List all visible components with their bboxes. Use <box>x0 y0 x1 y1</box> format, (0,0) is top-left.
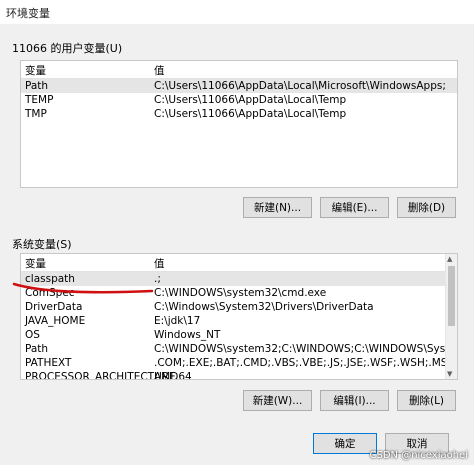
user-var-row[interactable]: TMP C:\Users\11066\AppData\Local\Temp <box>21 107 457 121</box>
user-var-row[interactable]: Path C:\Users\11066\AppData\Local\Micros… <box>21 79 457 93</box>
user-edit-button[interactable]: 编辑(E)... <box>320 197 389 218</box>
var-name: TEMP <box>25 94 54 106</box>
var-name: JAVA_HOME <box>25 315 86 327</box>
system-edit-button[interactable]: 编辑(I)... <box>320 390 389 411</box>
scroll-thumb[interactable] <box>448 266 455 326</box>
system-vars-scrollbar[interactable]: ▲ ▼ <box>445 254 457 379</box>
var-value: .COM;.EXE;.BAT;.CMD;.VBS;.VBE;.JS;.JSE;.… <box>154 357 455 369</box>
system-col-name[interactable]: 变量 <box>25 256 46 271</box>
system-var-row[interactable]: PATHEXT .COM;.EXE;.BAT;.CMD;.VBS;.VBE;.J… <box>21 356 457 370</box>
var-name: PATHEXT <box>25 357 72 369</box>
system-var-row[interactable]: DriverData C:\Windows\System32\Drivers\D… <box>21 300 457 314</box>
var-value: C:\Windows\System32\Drivers\DriverData <box>154 301 374 313</box>
var-name: TMP <box>25 108 47 120</box>
var-value: C:\Users\11066\AppData\Local\Microsoft\W… <box>154 80 446 92</box>
var-name: OS <box>25 329 40 341</box>
system-vars-list[interactable]: 变量 值 classpath .; ComSpec C:\WINDOWS\sys… <box>20 253 458 380</box>
var-name: DriverData <box>25 301 83 313</box>
var-name: Path <box>25 343 49 355</box>
window-title: 环境变量 <box>6 7 50 20</box>
var-value: C:\Users\11066\AppData\Local\Temp <box>154 108 347 120</box>
red-underline-annotation <box>12 282 154 294</box>
system-vars-label: 系统变量(S) <box>12 238 72 251</box>
user-col-name[interactable]: 变量 <box>25 63 46 78</box>
user-vars-list[interactable]: 变量 值 Path C:\Users\11066\AppData\Local\M… <box>20 60 458 188</box>
system-var-row[interactable]: JAVA_HOME E:\jdk\17 <box>21 314 457 328</box>
user-delete-button[interactable]: 删除(D) <box>397 197 456 218</box>
system-col-value[interactable]: 值 <box>154 256 165 271</box>
system-delete-button[interactable]: 删除(L) <box>397 390 456 411</box>
var-value: E:\jdk\17 <box>154 315 201 327</box>
var-value: Windows_NT <box>154 329 221 341</box>
system-var-row[interactable]: Path C:\WINDOWS\system32;C:\WINDOWS;C:\W… <box>21 342 457 356</box>
title-bar: 环境变量 <box>0 0 474 24</box>
scroll-up-icon[interactable]: ▲ <box>447 255 452 263</box>
var-value: C:\WINDOWS\system32\cmd.exe <box>154 287 327 299</box>
ok-button[interactable]: 确定 <box>313 433 377 454</box>
user-var-row[interactable]: TEMP C:\Users\11066\AppData\Local\Temp <box>21 93 457 107</box>
var-value: C:\WINDOWS\system32;C:\WINDOWS;C:\WINDOW… <box>154 343 457 355</box>
system-vars-header: 变量 值 <box>21 254 457 272</box>
var-value: AMD64 <box>154 371 192 380</box>
user-vars-label: 11066 的用户变量(U) <box>12 42 123 55</box>
system-var-row[interactable]: PROCESSOR_ARCHITECTURE AMD64 <box>21 370 457 380</box>
var-name: Path <box>25 80 49 92</box>
user-vars-header: 变量 值 <box>21 61 457 79</box>
watermark: CSDN @nicexiaohei <box>369 450 469 461</box>
var-value: C:\Users\11066\AppData\Local\Temp <box>154 94 347 106</box>
user-new-button[interactable]: 新建(N)... <box>243 197 312 218</box>
system-new-button[interactable]: 新建(W)... <box>243 390 312 411</box>
scroll-down-icon[interactable]: ▼ <box>447 370 452 378</box>
user-col-value[interactable]: 值 <box>154 63 165 78</box>
system-var-row[interactable]: OS Windows_NT <box>21 328 457 342</box>
